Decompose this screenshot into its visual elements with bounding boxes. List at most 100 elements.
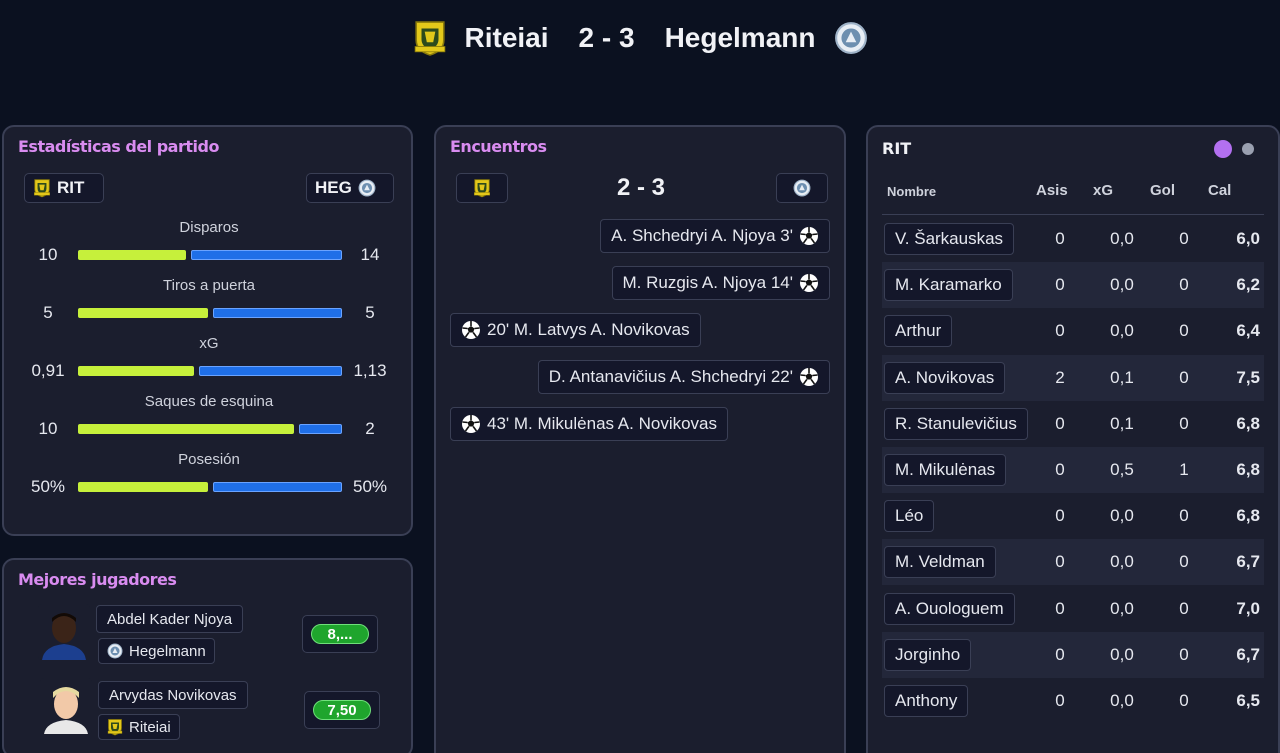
xg-cell: 0,0 <box>1110 506 1134 526</box>
team-label: Hegelmann <box>129 642 206 660</box>
rating-cell: 6,0 <box>1236 229 1260 248</box>
stat-home-bar <box>78 482 208 492</box>
best-player-name[interactable]: Arvydas Novikovas <box>98 681 248 709</box>
rating-cell: 6,8 <box>1236 506 1260 526</box>
away-abbr: HEG <box>315 178 352 197</box>
goals-cell: 0 <box>1179 644 1189 664</box>
xg-cell: 0,1 <box>1110 413 1134 433</box>
best-player-team[interactable]: Hegelmann <box>98 638 215 664</box>
player-name[interactable]: Léo <box>884 500 935 533</box>
goals-cell: 0 <box>1179 413 1189 433</box>
player-name[interactable]: V. Šarkauskas <box>884 223 1015 255</box>
rating-cell: 6,5 <box>1236 691 1260 710</box>
xg-cell: 0,0 <box>1110 598 1134 618</box>
goals-cell: 1 <box>1179 460 1189 479</box>
stat-home-bar <box>78 366 194 376</box>
goal-event[interactable]: 20' M. Latvys A. Novikovas <box>450 313 701 347</box>
match-stats-panel: Estadísticas del partido RIT HEG Disparo… <box>2 125 413 536</box>
col-header-goals[interactable]: Gol <box>1150 182 1175 199</box>
table-row[interactable]: V. Šarkauskas 0 0,0 0 6,0 <box>882 216 1264 262</box>
rating-cell: 6,7 <box>1236 552 1260 572</box>
assists-cell: 2 <box>1055 367 1065 387</box>
player-avatar <box>40 678 92 734</box>
table-row[interactable]: Léo 0 0,0 0 6,8 <box>882 493 1264 539</box>
goal-event[interactable]: D. Antanavičius A. Shchedryi 22' <box>537 360 830 394</box>
away-crest-chip <box>776 173 828 203</box>
stat-home-bar <box>78 424 294 434</box>
table-row[interactable]: A. Ouologuem 0 0,0 0 7,0 <box>882 586 1264 632</box>
best-players-panel: Mejores jugadores Abdel Kader Njoya Hege… <box>2 558 413 753</box>
event-text: 20' M. Latvys A. Novikovas <box>487 320 690 339</box>
best-player-rating: 7,50 <box>304 691 380 729</box>
goals-cell: 0 <box>1179 552 1189 572</box>
table-row[interactable]: M. Veldman 0 0,0 0 6,7 <box>882 539 1264 586</box>
match-header: Riteiai 2 - 3 Hegelmann <box>0 0 1280 76</box>
best-player-rating: 8,... <box>302 615 378 653</box>
assists-cell: 0 <box>1055 598 1065 618</box>
table-row[interactable]: M. Karamarko 0 0,0 0 6,2 <box>882 262 1264 309</box>
riteiai-crest-icon <box>413 18 447 58</box>
table-row[interactable]: M. Mikulėnas 0 0,5 1 6,8 <box>882 447 1264 493</box>
rating-cell: 6,7 <box>1236 644 1260 664</box>
assists-cell: 0 <box>1055 644 1065 664</box>
xg-cell: 0,0 <box>1110 275 1134 295</box>
home-abbr: RIT <box>57 178 85 197</box>
assists-cell: 0 <box>1055 460 1065 479</box>
goals-cell: 0 <box>1179 691 1189 710</box>
player-name[interactable]: A. Novikovas <box>884 361 1006 394</box>
team-toggle-inactive[interactable] <box>1242 143 1254 155</box>
event-text: M. Ruzgis A. Njoya 14' <box>622 273 793 292</box>
event-text: 43' M. Mikulėnas A. Novikovas <box>487 414 718 433</box>
player-name[interactable]: M. Mikulėnas <box>884 454 1007 486</box>
player-name[interactable]: Jorginho <box>884 638 972 671</box>
player-name[interactable]: A. Ouologuem <box>884 592 1015 625</box>
player-name[interactable]: Arthur <box>884 315 953 348</box>
stat-home-value: 10 <box>38 419 58 438</box>
stat-label: Disparos <box>179 219 239 236</box>
col-header-xg[interactable]: xG <box>1093 182 1113 199</box>
stat-home-value: 10 <box>38 245 58 264</box>
best-player-name[interactable]: Abdel Kader Njoya <box>96 605 244 633</box>
xg-cell: 0,0 <box>1110 552 1134 572</box>
table-divider <box>882 214 1264 215</box>
player-name[interactable]: Anthony <box>884 685 969 717</box>
table-row[interactable]: A. Novikovas 2 0,1 0 7,5 <box>882 354 1264 401</box>
assists-cell: 0 <box>1055 321 1065 341</box>
match-score: 2 - 3 <box>578 22 635 53</box>
rating-cell: 7,0 <box>1236 598 1260 618</box>
table-row[interactable]: R. Stanulevičius 0 0,1 0 6,8 <box>882 401 1264 447</box>
best-player-team[interactable]: Riteiai <box>98 714 180 740</box>
rating-cell: 7,5 <box>1236 367 1260 387</box>
col-header-rating[interactable]: Cal <box>1208 182 1231 199</box>
stat-away-bar <box>213 482 342 492</box>
xg-cell: 0,0 <box>1110 229 1134 248</box>
player-name[interactable]: M. Veldman <box>884 546 996 579</box>
col-header-name[interactable]: Nombre <box>887 184 936 199</box>
hegelmann-crest-icon <box>793 179 811 197</box>
riteiai-crest-icon <box>107 718 123 736</box>
rating-cell: 6,8 <box>1236 413 1260 433</box>
events-panel: Encuentros 2 - 3 A. Shchedryi A. Njoya 3… <box>434 125 846 753</box>
soccer-ball-icon <box>461 320 481 340</box>
goal-event[interactable]: M. Ruzgis A. Njoya 14' <box>611 266 830 300</box>
team-toggle-active[interactable] <box>1214 140 1232 158</box>
table-row[interactable]: Anthony 0 0,0 0 6,5 <box>882 678 1264 724</box>
goal-event[interactable]: 43' M. Mikulėnas A. Novikovas <box>450 407 729 441</box>
xg-cell: 0,5 <box>1110 460 1134 479</box>
table-row[interactable]: Arthur 0 0,0 0 6,4 <box>882 308 1264 354</box>
player-name[interactable]: M. Karamarko <box>884 269 1013 302</box>
xg-cell: 0,0 <box>1110 644 1134 664</box>
stat-label: Tiros a puerta <box>163 277 255 294</box>
panel-title: Mejores jugadores <box>18 570 177 589</box>
table-row[interactable]: Jorginho 0 0,0 0 6,7 <box>882 631 1264 678</box>
away-team-chip: HEG <box>306 173 394 203</box>
away-team-name: Hegelmann <box>664 22 816 53</box>
player-name[interactable]: R. Stanulevičius <box>884 407 1028 440</box>
goals-cell: 0 <box>1179 321 1189 341</box>
col-header-assists[interactable]: Asis <box>1036 182 1068 199</box>
soccer-ball-icon <box>799 273 819 293</box>
rating-pill: 8,... <box>311 624 369 644</box>
stat-away-value: 14 <box>360 245 380 264</box>
stat-home-bar <box>78 308 208 318</box>
goal-event[interactable]: A. Shchedryi A. Njoya 3' <box>600 219 830 253</box>
